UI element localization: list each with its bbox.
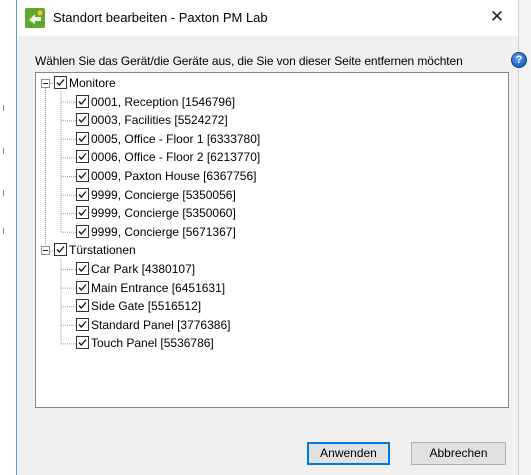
cancel-button[interactable]: Abbrechen: [411, 442, 506, 465]
checkmark-icon: [56, 79, 65, 86]
background-mark: [3, 105, 4, 111]
tree-item-label: 0001, Reception [1546796]: [91, 94, 236, 109]
checkbox[interactable]: [76, 131, 89, 145]
checkbox[interactable]: [76, 262, 89, 275]
tree-item-label: 9999, Concierge [5350056]: [91, 187, 236, 202]
checkmark-icon: [78, 172, 87, 179]
checkmark-icon: [78, 302, 87, 310]
edit-location-dialog: Standort bearbeiten - Paxton PM Lab ✕ Wä…: [16, 0, 527, 475]
tree-item-label: Car Park [4380107]: [91, 262, 196, 276]
close-button[interactable]: ✕: [480, 2, 514, 32]
checkmark-icon: [78, 227, 87, 235]
checkmark-icon: [78, 134, 87, 142]
checkmark-icon: [78, 320, 87, 328]
tree-item-label: 0003, Facilities [5524272]: [91, 113, 228, 128]
tree-item-label: 0005, Office - Floor 1 [6333780]: [91, 131, 261, 146]
title-bar[interactable]: Standort bearbeiten - Paxton PM Lab ✕: [17, 0, 518, 36]
apply-button[interactable]: Anwenden: [307, 442, 390, 465]
checkbox[interactable]: [76, 94, 89, 108]
help-icon[interactable]: ?: [511, 52, 527, 68]
background-window-edge-right: [519, 0, 531, 475]
checkbox[interactable]: [54, 76, 67, 89]
tree-item-label: Türstationen: [69, 243, 136, 258]
tree-item-label: Main Entrance [6451631]: [91, 280, 226, 295]
checkbox[interactable]: [76, 336, 89, 350]
collapse-icon[interactable]: [41, 246, 50, 256]
checkbox[interactable]: [76, 299, 89, 313]
checkbox[interactable]: [76, 113, 89, 127]
background-mark: [3, 148, 4, 154]
background-mark: [3, 190, 4, 196]
collapse-icon[interactable]: [41, 79, 50, 88]
tree-item-label: 0006, Office - Floor 2 [6213770]: [91, 150, 261, 165]
checkbox[interactable]: [76, 187, 89, 201]
checkbox[interactable]: [76, 169, 89, 182]
instruction-text: Wählen Sie das Gerät/die Geräte aus, die…: [35, 54, 463, 68]
checkmark-icon: [78, 265, 87, 272]
checkmark-icon: [78, 339, 87, 347]
checkbox[interactable]: [76, 224, 89, 238]
window-title: Standort bearbeiten - Paxton PM Lab: [53, 10, 268, 25]
tree-item-label: Touch Panel [5536786]: [91, 336, 214, 351]
checkbox[interactable]: [76, 150, 89, 164]
tree-item-label: 0009, Paxton House [6367756]: [91, 169, 257, 183]
checkmark-icon: [78, 190, 87, 198]
close-icon: ✕: [489, 7, 505, 26]
tree-item-label: Standard Panel [3776386]: [91, 317, 231, 332]
tree-item-label: Monitore: [69, 76, 116, 90]
background-mark: [3, 228, 4, 234]
tree-item-label: Side Gate [5516512]: [91, 299, 202, 314]
checkmark-icon: [78, 153, 87, 161]
checkbox[interactable]: [76, 317, 89, 331]
checkmark-icon: [78, 209, 87, 217]
paxton-app-icon: [25, 8, 45, 28]
device-tree[interactable]: Monitore 0001, Reception [1546796] 0003, F…: [35, 72, 509, 408]
checkmark-icon: [78, 116, 87, 124]
checkmark-icon: [56, 246, 65, 254]
tree-item-label: 9999, Concierge [5671367]: [91, 224, 236, 239]
checkbox[interactable]: [54, 243, 67, 257]
checkmark-icon: [78, 283, 87, 291]
tree-item-label: 9999, Concierge [5350060]: [91, 206, 236, 221]
checkmark-icon: [78, 97, 87, 105]
checkbox[interactable]: [76, 280, 89, 294]
checkbox[interactable]: [76, 206, 89, 220]
